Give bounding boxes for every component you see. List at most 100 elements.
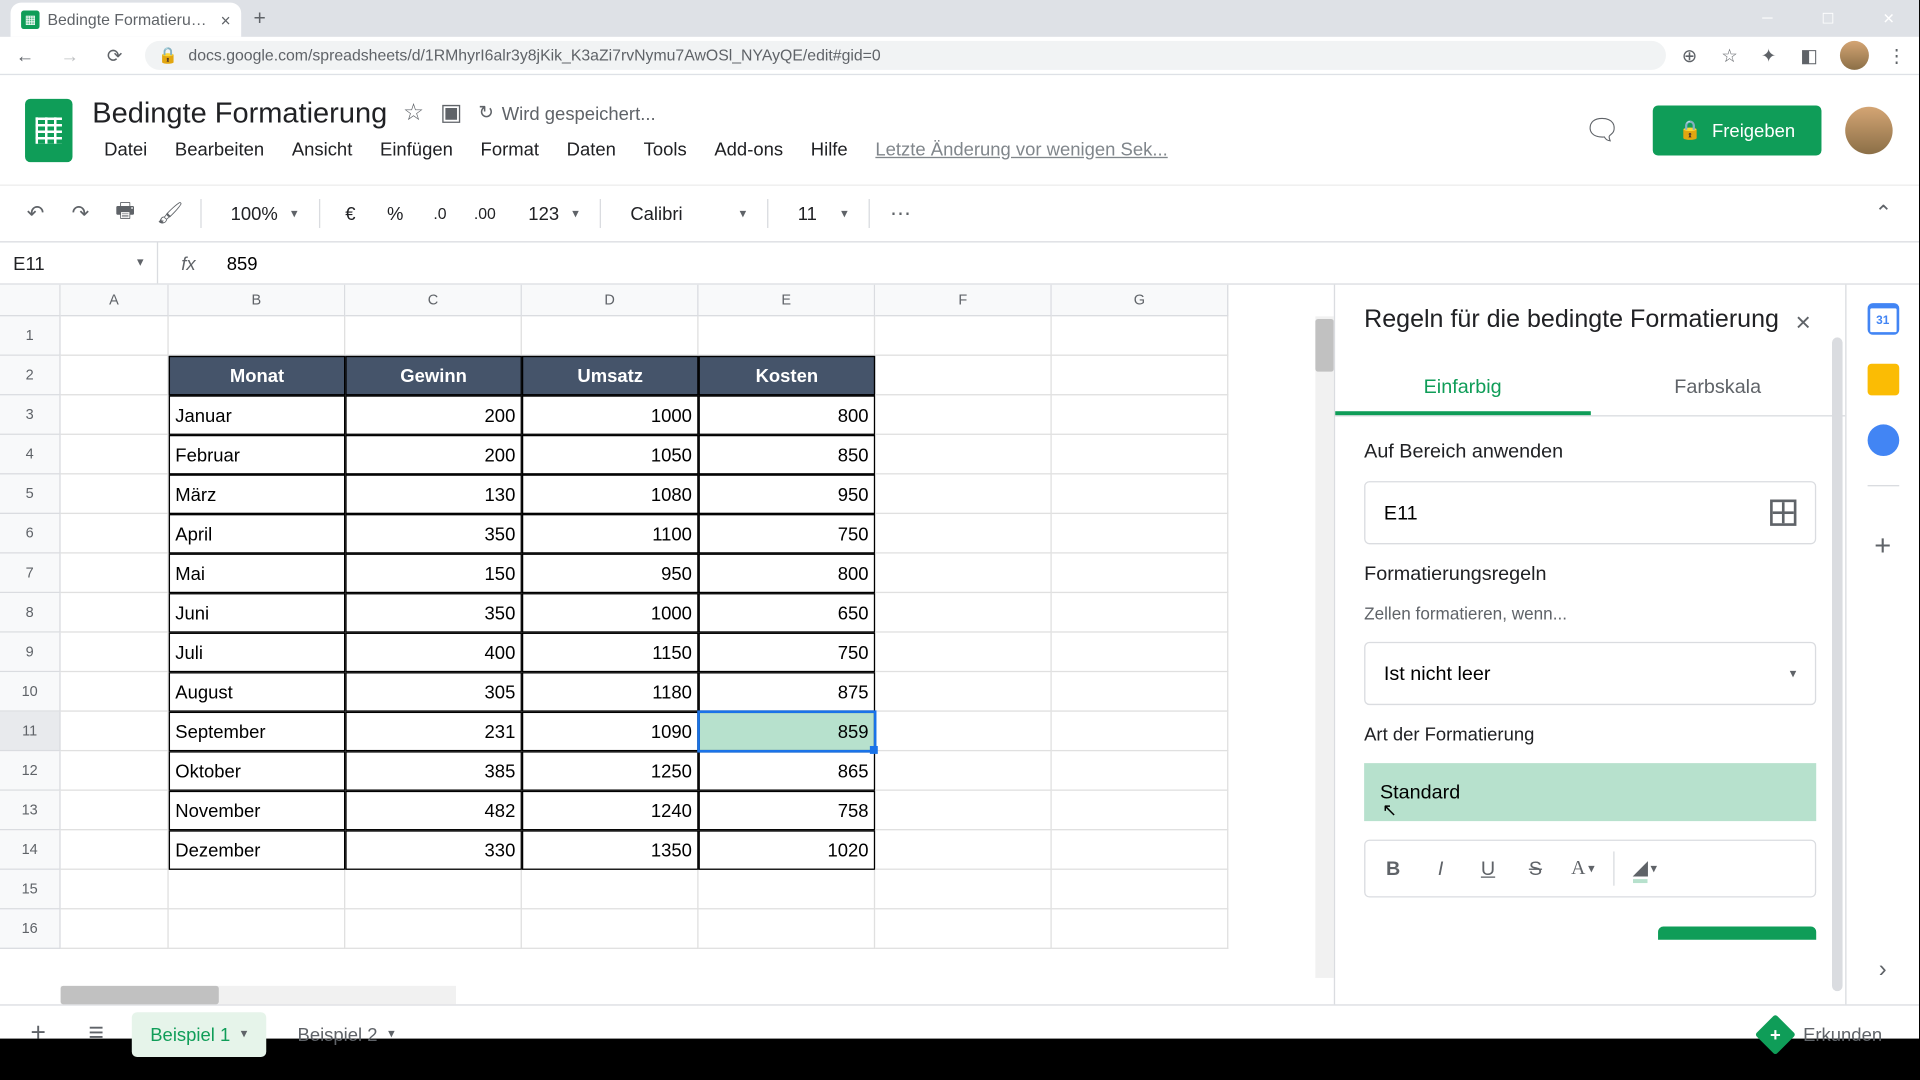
cell[interactable] (699, 316, 876, 356)
zoom-icon[interactable]: ⊕ (1682, 44, 1703, 66)
row-header[interactable]: 2 (0, 356, 61, 396)
cell[interactable] (522, 909, 699, 949)
address-bar[interactable]: 🔒 docs.google.com/spreadsheets/d/1RMhyrI… (145, 41, 1666, 70)
cell[interactable] (1052, 830, 1229, 870)
cell[interactable]: 1240 (522, 791, 699, 831)
cell[interactable] (169, 316, 346, 356)
cell[interactable]: 1350 (522, 830, 699, 870)
maximize-button[interactable]: ☐ (1798, 0, 1859, 37)
comments-button[interactable]: 🗨 (1576, 103, 1629, 156)
cell[interactable] (61, 672, 169, 712)
percent-button[interactable]: % (375, 194, 415, 234)
star-doc-icon[interactable]: ☆ (403, 99, 424, 127)
browser-menu-icon[interactable]: ⋮ (1887, 44, 1908, 66)
sheet-tab-2[interactable]: Beispiel 2▾ (279, 1012, 413, 1057)
menu-daten[interactable]: Daten (555, 132, 628, 164)
vertical-scrollbar[interactable] (1315, 316, 1333, 978)
document-title[interactable]: Bedingte Formatierung (92, 96, 387, 130)
cell[interactable] (61, 395, 169, 435)
cell[interactable]: Gewinn (345, 356, 522, 396)
row-header[interactable]: 8 (0, 593, 61, 633)
strikethrough-button[interactable]: S (1513, 846, 1558, 891)
row-header[interactable]: 6 (0, 514, 61, 554)
cell[interactable]: 758 (699, 791, 876, 831)
cell[interactable]: 800 (699, 554, 876, 594)
cell[interactable] (1052, 791, 1229, 831)
cell[interactable]: 200 (345, 435, 522, 475)
row-header[interactable]: 12 (0, 751, 61, 791)
name-box[interactable]: E11▾ (0, 243, 158, 284)
cell[interactable]: 1020 (699, 830, 876, 870)
star-icon[interactable]: ☆ (1721, 44, 1742, 66)
paint-format-button[interactable]: 🖌 (150, 194, 190, 234)
sheets-logo[interactable] (21, 93, 76, 167)
cell[interactable]: 800 (699, 395, 876, 435)
account-avatar[interactable] (1845, 106, 1892, 153)
row-header[interactable]: 11 (0, 712, 61, 752)
tab-color-scale[interactable]: Farbskala (1590, 362, 1845, 415)
row-header[interactable]: 16 (0, 909, 61, 949)
cell[interactable] (61, 791, 169, 831)
cell[interactable]: 859 (699, 712, 876, 752)
cell[interactable] (61, 830, 169, 870)
cell[interactable]: 865 (699, 751, 876, 791)
cell[interactable]: 482 (345, 791, 522, 831)
tab-close-icon[interactable]: × (221, 10, 231, 30)
cell[interactable] (61, 474, 169, 514)
row-header[interactable]: 7 (0, 554, 61, 594)
range-input[interactable]: E11 (1364, 481, 1816, 544)
done-button[interactable] (1658, 927, 1816, 940)
cell[interactable] (699, 870, 876, 910)
explore-button[interactable]: Erkunden (1740, 1019, 1903, 1048)
back-button[interactable]: ← (11, 45, 40, 66)
tab-single-color[interactable]: Einfarbig (1335, 362, 1590, 415)
row-header[interactable]: 5 (0, 474, 61, 514)
cell[interactable]: 875 (699, 672, 876, 712)
cell[interactable] (169, 909, 346, 949)
cell[interactable]: 1090 (522, 712, 699, 752)
fill-color-button[interactable]: ◢ ▾ (1622, 846, 1667, 891)
cell[interactable]: 305 (345, 672, 522, 712)
reload-button[interactable]: ⟳ (100, 44, 129, 66)
condition-select[interactable]: Ist nicht leer ▾ (1364, 642, 1816, 705)
row-header[interactable]: 4 (0, 435, 61, 475)
row-header[interactable]: 13 (0, 791, 61, 831)
currency-button[interactable]: € (331, 194, 371, 234)
cell[interactable] (61, 554, 169, 594)
cell[interactable] (61, 435, 169, 475)
style-preview[interactable]: Standard (1364, 763, 1816, 821)
row-header[interactable]: 1 (0, 316, 61, 356)
browser-tab[interactable]: ▦ Bedingte Formatierung - Google × (11, 3, 242, 37)
cell[interactable]: 650 (699, 593, 876, 633)
cell[interactable]: 1180 (522, 672, 699, 712)
cell[interactable] (61, 593, 169, 633)
cell[interactable]: September (169, 712, 346, 752)
col-header-a[interactable]: A (61, 285, 169, 317)
more-tools-button[interactable]: ⋯ (881, 194, 921, 234)
add-addon-icon[interactable]: + (1874, 529, 1891, 563)
cell[interactable]: Januar (169, 395, 346, 435)
forward-button[interactable]: → (55, 45, 84, 66)
sidebar-scrollbar[interactable] (1832, 337, 1843, 991)
cell[interactable] (875, 870, 1052, 910)
cell[interactable] (875, 909, 1052, 949)
cell[interactable]: Juli (169, 633, 346, 673)
cell[interactable] (1052, 909, 1229, 949)
cell[interactable]: 350 (345, 514, 522, 554)
cell[interactable] (1052, 672, 1229, 712)
cell[interactable] (522, 316, 699, 356)
cell[interactable] (1052, 712, 1229, 752)
col-header-f[interactable]: F (875, 285, 1052, 317)
close-window-button[interactable]: ✕ (1858, 0, 1919, 37)
cell[interactable]: Umsatz (522, 356, 699, 396)
cell[interactable]: Kosten (699, 356, 876, 396)
font-dropdown[interactable]: Calibri▾ (612, 203, 757, 224)
cell[interactable]: Mai (169, 554, 346, 594)
cell[interactable]: November (169, 791, 346, 831)
cell[interactable]: 750 (699, 514, 876, 554)
cell[interactable]: 130 (345, 474, 522, 514)
keep-icon[interactable] (1867, 364, 1899, 396)
bold-button[interactable]: B (1371, 846, 1416, 891)
underline-button[interactable]: U (1466, 846, 1511, 891)
number-format-dropdown[interactable]: 123▾ (510, 203, 590, 224)
